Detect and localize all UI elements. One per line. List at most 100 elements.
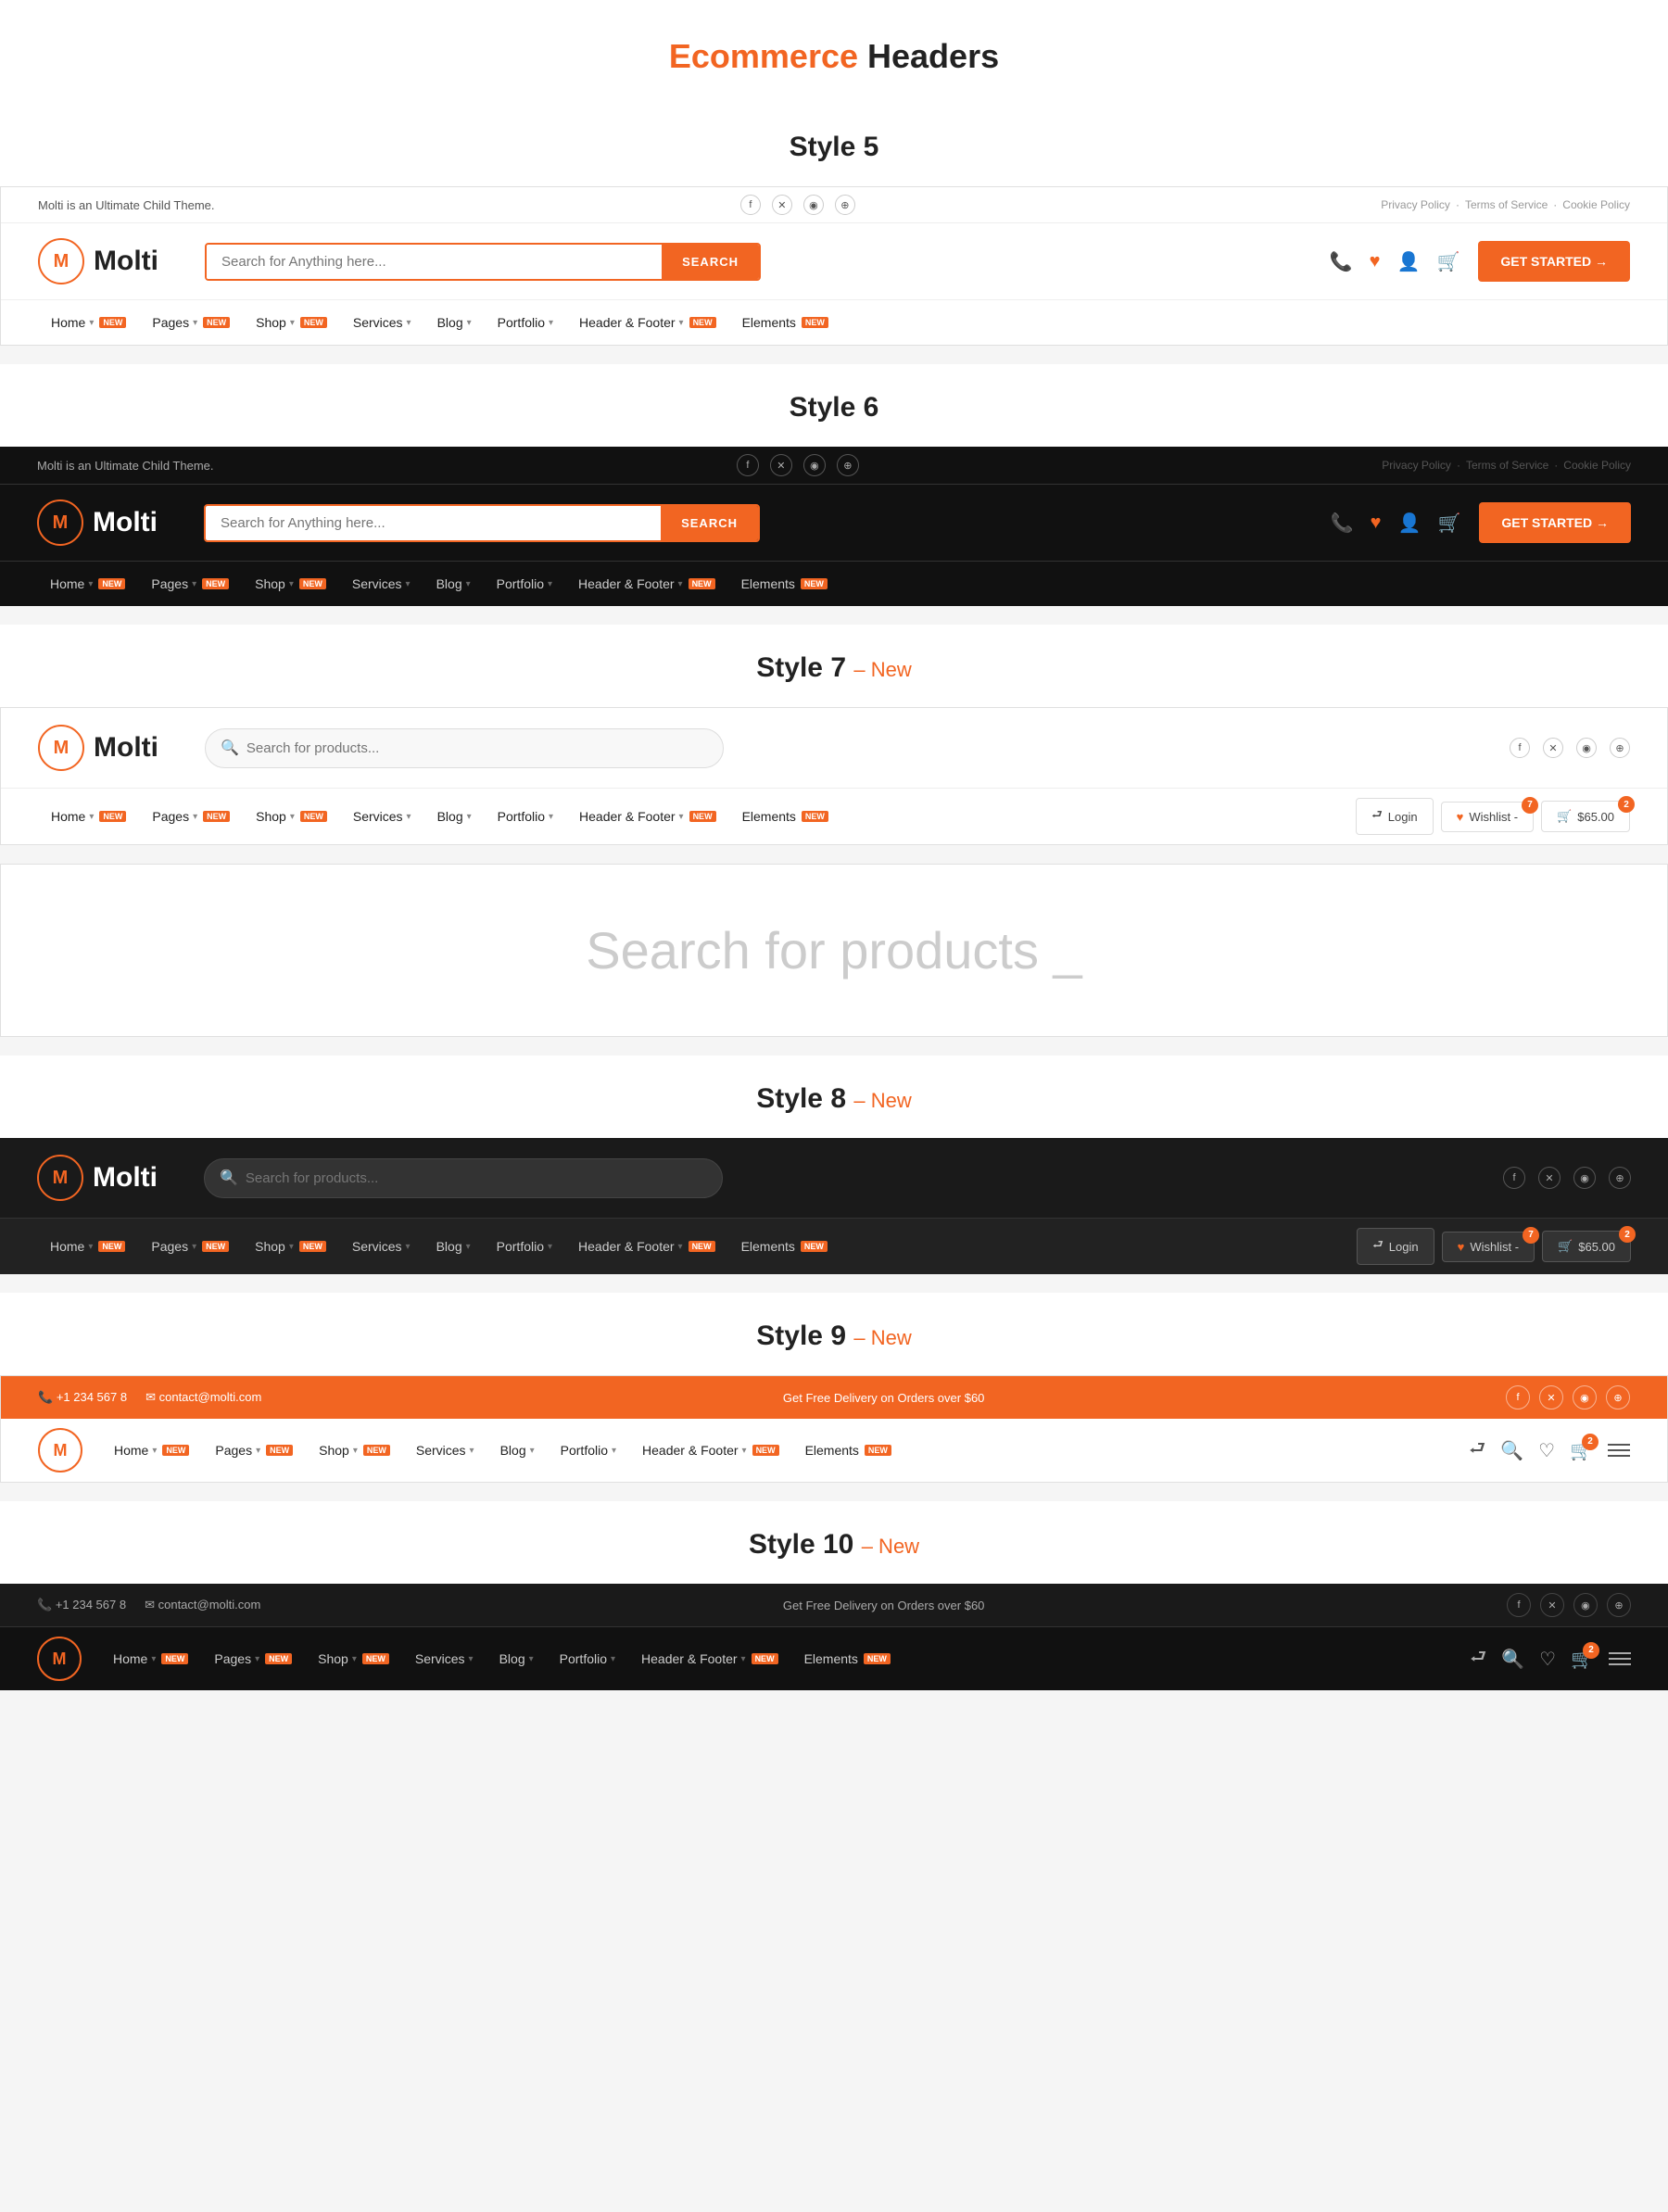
s6-cookie-link[interactable]: Cookie Policy <box>1563 459 1631 472</box>
s6-search-input[interactable] <box>206 506 661 540</box>
s7-nav-blog[interactable]: Blog ▾ <box>424 805 485 828</box>
s5-nav-blog[interactable]: Blog ▾ <box>424 311 485 334</box>
s6-nav-blog[interactable]: Blog ▾ <box>423 573 484 595</box>
s6-nav-portfolio[interactable]: Portfolio ▾ <box>484 573 565 595</box>
s6-nav-header-footer[interactable]: Header & Footer ▾NEW <box>565 573 728 595</box>
s8-instagram-icon[interactable]: ◉ <box>1573 1167 1596 1189</box>
s7-nav-elements[interactable]: ElementsNEW <box>729 805 841 828</box>
s9-nav-pages[interactable]: Pages ▾NEW <box>202 1439 306 1461</box>
s9-logo[interactable]: M <box>38 1428 82 1473</box>
s6-facebook-icon[interactable]: f <box>737 454 759 476</box>
s6-nav-home[interactable]: Home ▾NEW <box>37 573 138 595</box>
s10-wishlist-button[interactable]: ♡ <box>1539 1648 1556 1671</box>
s6-nav-shop[interactable]: Shop ▾NEW <box>242 573 339 595</box>
s7-search-input[interactable] <box>246 729 708 767</box>
s8-logo[interactable]: M Molti <box>37 1155 185 1201</box>
s6-logo[interactable]: M Molti <box>37 499 185 546</box>
s6-heart-icon[interactable]: ♥ <box>1371 512 1382 534</box>
s9-login-button[interactable]: ⮐ <box>1469 1435 1485 1466</box>
s5-phone-icon[interactable]: 📞 <box>1330 250 1353 273</box>
s5-terms-link[interactable]: Terms of Service <box>1465 198 1548 211</box>
s8-facebook-icon[interactable]: f <box>1503 1167 1525 1189</box>
s6-get-started-button[interactable]: GET STARTED → <box>1479 502 1631 543</box>
s6-cart-icon[interactable]: 🛒 <box>1437 512 1460 535</box>
s8-nav-home[interactable]: Home ▾NEW <box>37 1235 138 1258</box>
s7-nav-services[interactable]: Services ▾ <box>340 805 424 828</box>
s8-cart-button[interactable]: 🛒 $65.00 2 <box>1542 1231 1631 1262</box>
s10-nav-header-footer[interactable]: Header & Footer ▾NEW <box>628 1648 791 1670</box>
s9-instagram-icon[interactable]: ◉ <box>1573 1385 1597 1409</box>
s7-nav-shop[interactable]: Shop ▾NEW <box>243 805 340 828</box>
s9-nav-elements[interactable]: ElementsNEW <box>792 1439 904 1461</box>
s7-nav-pages[interactable]: Pages ▾NEW <box>139 805 243 828</box>
s9-dribbble-icon[interactable]: ⊕ <box>1606 1385 1630 1409</box>
s5-cookie-link[interactable]: Cookie Policy <box>1562 198 1630 211</box>
s8-nav-pages[interactable]: Pages ▾NEW <box>138 1235 242 1258</box>
s6-user-icon[interactable]: 👤 <box>1398 512 1422 535</box>
s5-nav-pages[interactable]: Pages ▾NEW <box>139 311 243 334</box>
s7-nav-home[interactable]: Home ▾NEW <box>38 805 139 828</box>
s5-instagram-icon[interactable]: ◉ <box>803 195 824 215</box>
s10-search-button[interactable]: 🔍 <box>1501 1648 1524 1671</box>
s10-nav-pages[interactable]: Pages ▾NEW <box>201 1648 305 1670</box>
s5-nav-services[interactable]: Services ▾ <box>340 311 424 334</box>
s6-twitter-icon[interactable]: ✕ <box>770 454 792 476</box>
s5-nav-header-footer[interactable]: Header & Footer ▾NEW <box>566 311 729 334</box>
s5-facebook-icon[interactable]: f <box>740 195 761 215</box>
s10-logo[interactable]: M <box>37 1637 82 1681</box>
s5-cart-icon[interactable]: 🛒 <box>1436 250 1460 273</box>
s7-dribbble-icon[interactable]: ⊕ <box>1610 738 1630 758</box>
s6-dribbble-icon[interactable]: ⊕ <box>837 454 859 476</box>
s10-nav-services[interactable]: Services ▾ <box>402 1648 486 1670</box>
s5-nav-portfolio[interactable]: Portfolio ▾ <box>485 311 566 334</box>
s9-nav-shop[interactable]: Shop ▾NEW <box>306 1439 403 1461</box>
s8-nav-elements[interactable]: ElementsNEW <box>728 1235 840 1258</box>
s6-phone-icon[interactable]: 📞 <box>1331 512 1354 535</box>
s6-search-button[interactable]: SEARCH <box>661 506 758 540</box>
s5-twitter-icon[interactable]: ✕ <box>772 195 792 215</box>
s10-nav-blog[interactable]: Blog ▾ <box>486 1648 547 1670</box>
s9-facebook-icon[interactable]: f <box>1506 1385 1530 1409</box>
s10-instagram-icon[interactable]: ◉ <box>1573 1593 1598 1617</box>
s7-nav-header-footer[interactable]: Header & Footer ▾NEW <box>566 805 729 828</box>
s10-login-button[interactable]: ⮐ <box>1470 1643 1486 1675</box>
s7-cart-button[interactable]: 🛒 $65.00 2 <box>1541 801 1630 832</box>
s8-nav-services[interactable]: Services ▾ <box>339 1235 423 1258</box>
s9-nav-home[interactable]: Home ▾NEW <box>101 1439 202 1461</box>
s7-logo[interactable]: M Molti <box>38 725 186 771</box>
s9-search-button[interactable]: 🔍 <box>1500 1439 1523 1462</box>
s5-search-button[interactable]: SEARCH <box>662 245 759 279</box>
s6-nav-elements[interactable]: ElementsNEW <box>728 573 840 595</box>
s7-facebook-icon[interactable]: f <box>1510 738 1530 758</box>
s7-nav-portfolio[interactable]: Portfolio ▾ <box>485 805 566 828</box>
s8-search-input[interactable] <box>246 1159 707 1197</box>
s5-dribbble-icon[interactable]: ⊕ <box>835 195 855 215</box>
s10-twitter-icon[interactable]: ✕ <box>1540 1593 1564 1617</box>
s7-login-button[interactable]: ⮐ Login <box>1356 798 1434 835</box>
s10-nav-home[interactable]: Home ▾NEW <box>100 1648 201 1670</box>
s9-nav-header-footer[interactable]: Header & Footer ▾NEW <box>629 1439 792 1461</box>
s8-nav-blog[interactable]: Blog ▾ <box>423 1235 484 1258</box>
s5-search-input[interactable] <box>207 245 662 279</box>
s10-dribbble-icon[interactable]: ⊕ <box>1607 1593 1631 1617</box>
s8-dribbble-icon[interactable]: ⊕ <box>1609 1167 1631 1189</box>
s6-instagram-icon[interactable]: ◉ <box>803 454 826 476</box>
s10-facebook-icon[interactable]: f <box>1507 1593 1531 1617</box>
s10-nav-elements[interactable]: ElementsNEW <box>791 1648 904 1670</box>
s9-cart-button[interactable]: 🛒2 <box>1570 1439 1593 1462</box>
s10-menu-button[interactable] <box>1609 1652 1631 1665</box>
s5-logo[interactable]: M Molti <box>38 238 186 284</box>
s7-twitter-icon[interactable]: ✕ <box>1543 738 1563 758</box>
s9-nav-portfolio[interactable]: Portfolio ▾ <box>548 1439 629 1461</box>
s6-privacy-link[interactable]: Privacy Policy <box>1382 459 1451 472</box>
s8-wishlist-button[interactable]: ♥ Wishlist - 7 <box>1442 1232 1535 1262</box>
s10-cart-button[interactable]: 🛒2 <box>1571 1648 1594 1671</box>
s9-wishlist-button[interactable]: ♡ <box>1538 1439 1555 1462</box>
s8-nav-header-footer[interactable]: Header & Footer ▾NEW <box>565 1235 728 1258</box>
s7-instagram-icon[interactable]: ◉ <box>1576 738 1597 758</box>
s5-nav-elements[interactable]: ElementsNEW <box>729 311 841 334</box>
s6-nav-services[interactable]: Services ▾ <box>339 573 423 595</box>
s5-user-icon[interactable]: 👤 <box>1397 250 1421 273</box>
s8-nav-portfolio[interactable]: Portfolio ▾ <box>484 1235 565 1258</box>
s5-nav-home[interactable]: Home ▾NEW <box>38 311 139 334</box>
